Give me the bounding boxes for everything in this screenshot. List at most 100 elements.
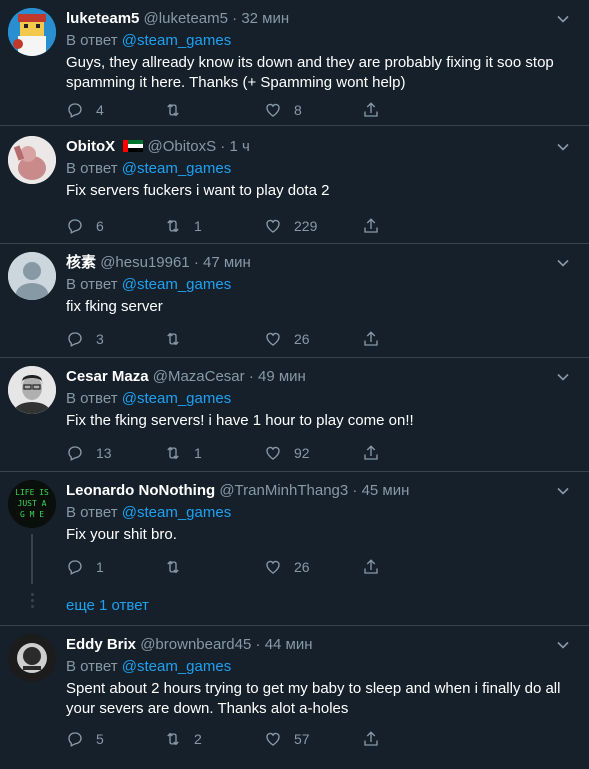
mention-link[interactable]: @steam_games xyxy=(122,390,231,407)
tweet[interactable]: LIFE IS JUST A G M E Leonardo NoNothing … xyxy=(0,472,589,626)
avatar-text-line: G M E xyxy=(20,510,44,519)
reply-count: 1 xyxy=(96,559,104,575)
tweet-text: Fix your shit bro. xyxy=(66,526,177,543)
tweet[interactable]: Eddy Brix @brownbeard45 · 44 мин В ответ… xyxy=(0,626,589,769)
reply-button[interactable]: 13 xyxy=(66,443,112,463)
retweet-count: 1 xyxy=(194,218,202,234)
tweet[interactable]: luketeam5 @luketeam5 · 32 мин В ответ @s… xyxy=(0,0,589,126)
tweet-header: ObitoX @ObitoxS · 1 ч xyxy=(66,137,250,157)
chevron-down-icon[interactable] xyxy=(553,253,573,273)
author-handle[interactable]: @luketeam5 xyxy=(144,10,228,27)
timestamp[interactable]: 47 мин xyxy=(203,254,251,271)
share-button[interactable] xyxy=(362,329,380,349)
retweet-button[interactable]: 2 xyxy=(164,729,202,749)
thread-dots xyxy=(28,590,36,611)
reply-button[interactable]: 1 xyxy=(66,557,104,577)
mention-link[interactable]: @steam_games xyxy=(122,160,231,177)
avatar[interactable] xyxy=(8,8,56,56)
reply-context: В ответ @steam_games xyxy=(66,31,231,51)
separator: · xyxy=(232,10,238,27)
tweet[interactable]: Cesar Maza @MazaCesar · 49 мин В ответ @… xyxy=(0,358,589,472)
reply-prefix: В ответ xyxy=(66,390,118,407)
mention-link[interactable]: @steam_games xyxy=(122,276,231,293)
chevron-down-icon[interactable] xyxy=(553,481,573,501)
reply-button[interactable]: 4 xyxy=(66,100,104,120)
mention-link[interactable]: @steam_games xyxy=(122,32,231,49)
share-button[interactable] xyxy=(362,216,380,236)
retweet-button[interactable] xyxy=(164,100,194,120)
mention-link[interactable]: @steam_games xyxy=(122,504,231,521)
avatar[interactable] xyxy=(8,136,56,184)
avatar[interactable] xyxy=(8,252,56,300)
reply-button[interactable]: 3 xyxy=(66,329,104,349)
share-icon xyxy=(362,730,380,748)
action-bar: 5 2 57 xyxy=(66,729,396,749)
default-avatar-icon xyxy=(8,252,56,300)
retweet-button[interactable]: 1 xyxy=(164,443,202,463)
reply-icon xyxy=(66,558,84,576)
like-icon xyxy=(264,330,282,348)
timestamp[interactable]: 49 мин xyxy=(258,368,306,385)
author-handle[interactable]: @brownbeard45 xyxy=(140,636,251,653)
tweet[interactable]: 核素 @hesu19961 · 47 мин В ответ @steam_ga… xyxy=(0,244,589,358)
tweet-text: Fix the fking servers! i have 1 hour to … xyxy=(66,412,414,429)
retweet-icon xyxy=(164,558,182,576)
author-handle[interactable]: @ObitoxS xyxy=(148,138,217,155)
mention-link[interactable]: @steam_games xyxy=(122,658,231,675)
like-count: 26 xyxy=(294,331,310,347)
author-name[interactable]: ObitoX xyxy=(66,138,115,155)
author-handle[interactable]: @hesu19961 xyxy=(100,254,189,271)
share-button[interactable] xyxy=(362,729,380,749)
thread-line xyxy=(31,534,33,584)
retweet-count: 1 xyxy=(194,445,202,461)
reply-prefix: В ответ xyxy=(66,32,118,49)
show-more-replies-link[interactable]: еще 1 ответ xyxy=(66,596,149,616)
reply-button[interactable]: 5 xyxy=(66,729,104,749)
reply-context: В ответ @steam_games xyxy=(66,389,231,409)
retweet-button[interactable] xyxy=(164,329,194,349)
share-button[interactable] xyxy=(362,100,380,120)
avatar[interactable] xyxy=(8,634,56,682)
reply-context: В ответ @steam_games xyxy=(66,657,231,677)
author-handle[interactable]: @MazaCesar xyxy=(153,368,245,385)
like-count: 57 xyxy=(294,731,310,747)
avatar[interactable]: LIFE IS JUST A G M E xyxy=(8,480,56,528)
separator: · xyxy=(248,368,254,385)
author-name[interactable]: 核素 xyxy=(66,254,96,271)
like-button[interactable]: 8 xyxy=(264,100,302,120)
chevron-down-icon[interactable] xyxy=(553,137,573,157)
chevron-down-icon[interactable] xyxy=(553,367,573,387)
avatar[interactable] xyxy=(8,366,56,414)
timestamp[interactable]: 32 мин xyxy=(241,10,289,27)
uae-flag-icon xyxy=(123,138,144,152)
retweet-button[interactable]: 1 xyxy=(164,216,202,236)
author-name[interactable]: Eddy Brix xyxy=(66,636,136,653)
tweet[interactable]: ObitoX @ObitoxS · 1 ч В ответ @steam_gam… xyxy=(0,128,589,244)
share-button[interactable] xyxy=(362,443,380,463)
retweet-button[interactable] xyxy=(164,557,194,577)
timestamp[interactable]: 44 мин xyxy=(265,636,313,653)
like-button[interactable]: 26 xyxy=(264,557,310,577)
retweet-icon xyxy=(164,730,182,748)
like-button[interactable]: 92 xyxy=(264,443,310,463)
share-button[interactable] xyxy=(362,557,380,577)
author-name[interactable]: Cesar Maza xyxy=(66,368,149,385)
author-name[interactable]: luketeam5 xyxy=(66,10,139,27)
avatar-image-icon xyxy=(8,634,56,682)
reply-prefix: В ответ xyxy=(66,276,118,293)
like-button[interactable]: 57 xyxy=(264,729,310,749)
action-bar: 13 1 92 xyxy=(66,443,396,463)
reply-button[interactable]: 6 xyxy=(66,216,104,236)
author-handle[interactable]: @TranMinhThang3 xyxy=(219,482,348,499)
like-button[interactable]: 26 xyxy=(264,329,310,349)
tweet-text: Guys, they allready know its down and th… xyxy=(66,54,554,91)
timestamp[interactable]: 1 ч xyxy=(229,138,249,155)
author-name[interactable]: Leonardo NoNothing xyxy=(66,482,215,499)
like-button[interactable]: 229 xyxy=(264,216,317,236)
share-icon xyxy=(362,558,380,576)
chevron-down-icon[interactable] xyxy=(553,635,573,655)
chevron-down-icon[interactable] xyxy=(553,9,573,29)
avatar-text-line: JUST A xyxy=(18,499,47,508)
reply-prefix: В ответ xyxy=(66,658,118,675)
timestamp[interactable]: 45 мин xyxy=(362,482,410,499)
